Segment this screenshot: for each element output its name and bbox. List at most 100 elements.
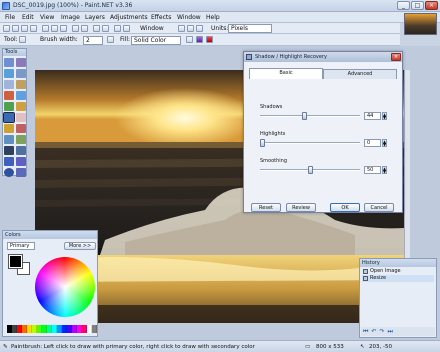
maximize-button[interactable]: □ bbox=[411, 1, 424, 10]
paintbrush-icon[interactable] bbox=[3, 112, 15, 123]
history-panel-title: History bbox=[360, 259, 436, 267]
redo-history-icon[interactable]: ↷ bbox=[379, 328, 384, 335]
highlights-spinner[interactable]: ▲ ▼ bbox=[382, 139, 387, 147]
cut-icon[interactable] bbox=[42, 25, 49, 32]
fast-forward-icon[interactable]: ⏭ bbox=[387, 328, 392, 336]
review-button[interactable]: Review bbox=[286, 203, 316, 212]
smoothing-slider[interactable] bbox=[260, 166, 360, 174]
close-button[interactable]: × bbox=[425, 1, 438, 10]
units-select[interactable]: Pixels bbox=[228, 24, 272, 33]
paste-icon[interactable] bbox=[60, 25, 67, 32]
menu-help[interactable]: Help bbox=[206, 14, 220, 21]
more-colors-button[interactable]: More >> bbox=[64, 242, 96, 250]
rounded-rectangle-icon[interactable] bbox=[16, 157, 26, 166]
copy-icon[interactable] bbox=[51, 25, 58, 32]
brush-width-input[interactable]: 2 bbox=[83, 36, 103, 45]
crop-icon[interactable] bbox=[72, 25, 79, 32]
shadows-value[interactable]: 44 bbox=[364, 112, 381, 120]
primary-color-swatch[interactable] bbox=[8, 254, 23, 269]
shadow-highlight-dialog: Shadow / Highlight Recovery × Basic Adva… bbox=[243, 51, 403, 213]
move-selected-icon[interactable] bbox=[16, 69, 26, 78]
color-mode-select[interactable]: Primary bbox=[7, 242, 35, 250]
highlights-slider-knob[interactable] bbox=[260, 139, 265, 147]
new-icon[interactable] bbox=[3, 25, 10, 32]
shadows-slider-knob[interactable] bbox=[302, 112, 307, 120]
open-icon[interactable] bbox=[12, 25, 19, 32]
zoom-in-icon[interactable] bbox=[196, 25, 203, 32]
recolor-icon[interactable] bbox=[16, 135, 26, 144]
history-item[interactable]: Resize bbox=[362, 275, 434, 282]
save-icon[interactable] bbox=[21, 25, 28, 32]
reset-button[interactable]: Reset bbox=[251, 203, 281, 212]
color-picker-icon[interactable] bbox=[16, 124, 26, 133]
color-wheel[interactable] bbox=[35, 257, 95, 317]
highlights-value[interactable]: 0 bbox=[364, 139, 381, 147]
menu-bar: File Edit View Image Layers Adjustments … bbox=[0, 12, 440, 23]
rectangle-icon[interactable] bbox=[4, 157, 14, 166]
dialog-tabs: Basic Advanced bbox=[249, 68, 397, 79]
pan-tool-icon[interactable] bbox=[16, 91, 26, 100]
paintbrush-tool-icon[interactable] bbox=[19, 36, 26, 43]
smoothing-slider-knob[interactable] bbox=[308, 166, 313, 174]
move-selection-icon[interactable] bbox=[16, 58, 26, 67]
clone-stamp-icon[interactable] bbox=[4, 135, 14, 144]
smoothing-value[interactable]: 50 bbox=[364, 166, 381, 174]
undo-history-icon[interactable]: ↶ bbox=[371, 328, 376, 335]
text-tool-icon[interactable] bbox=[4, 146, 14, 155]
history-item[interactable]: Open Image bbox=[362, 268, 434, 275]
dialog-close-button[interactable]: × bbox=[391, 53, 401, 61]
tab-advanced[interactable]: Advanced bbox=[323, 69, 397, 79]
menu-window[interactable]: Window bbox=[177, 14, 201, 21]
image-thumbnail-tab[interactable] bbox=[404, 13, 437, 35]
undo-icon[interactable] bbox=[93, 25, 100, 32]
menu-effects[interactable]: Effects bbox=[151, 14, 171, 21]
antialias-icon[interactable] bbox=[107, 36, 114, 43]
window-menu-button[interactable]: Window bbox=[140, 25, 164, 32]
palette-swatch[interactable] bbox=[92, 325, 97, 333]
main-toolbar: Window Units: Pixels bbox=[0, 23, 400, 34]
ellipse-select-icon[interactable] bbox=[4, 80, 14, 89]
image-size-icon: ▭ bbox=[305, 344, 311, 350]
ellipse-icon[interactable] bbox=[4, 168, 14, 177]
fill-select[interactable]: Solid Color bbox=[131, 36, 181, 45]
menu-adjustments[interactable]: Adjustments bbox=[110, 14, 148, 21]
paint-bucket-icon[interactable] bbox=[4, 102, 14, 111]
menu-edit[interactable]: Edit bbox=[22, 14, 34, 21]
line-tool-icon[interactable] bbox=[16, 146, 26, 155]
menu-file[interactable]: File bbox=[5, 14, 15, 21]
ok-button[interactable]: OK bbox=[330, 203, 360, 212]
deselect-icon[interactable] bbox=[81, 25, 88, 32]
highlights-slider[interactable] bbox=[260, 139, 360, 147]
zoom-icon[interactable] bbox=[178, 25, 185, 32]
color-mode-icon[interactable] bbox=[196, 36, 203, 43]
lasso-select-icon[interactable] bbox=[4, 69, 14, 78]
minimize-button[interactable]: _ bbox=[397, 1, 410, 10]
menu-view[interactable]: View bbox=[40, 14, 54, 21]
zoom-out-icon[interactable] bbox=[187, 25, 194, 32]
pencil-icon[interactable] bbox=[4, 124, 14, 133]
smoothing-spinner[interactable]: ▲ ▼ bbox=[382, 166, 387, 174]
tool-grid bbox=[3, 56, 26, 179]
blend-mode-icon[interactable] bbox=[186, 36, 193, 43]
zoom-tool-icon[interactable] bbox=[16, 80, 26, 89]
rectangle-select-icon[interactable] bbox=[4, 58, 14, 67]
grid-icon[interactable] bbox=[114, 25, 121, 32]
eraser-icon[interactable] bbox=[16, 113, 26, 122]
menu-layers[interactable]: Layers bbox=[85, 14, 105, 21]
cancel-button[interactable]: Cancel bbox=[364, 203, 394, 212]
menu-image[interactable]: Image bbox=[61, 14, 80, 21]
shadows-spinner[interactable]: ▲ ▼ bbox=[382, 112, 387, 120]
redo-icon[interactable] bbox=[102, 25, 109, 32]
print-icon[interactable] bbox=[30, 25, 37, 32]
rewind-icon[interactable]: ⏮ bbox=[363, 328, 368, 336]
magic-wand-icon[interactable] bbox=[4, 91, 14, 100]
gradient-icon[interactable] bbox=[16, 102, 26, 111]
freeform-shape-icon[interactable] bbox=[16, 168, 26, 177]
tab-basic[interactable]: Basic bbox=[249, 68, 323, 79]
window-title: DSC_0019.jpg (100%) - Paint.NET v3.36 bbox=[13, 2, 133, 9]
rulers-icon[interactable] bbox=[123, 25, 130, 32]
shadows-slider[interactable] bbox=[260, 112, 360, 120]
window-controls: _ □ × bbox=[397, 1, 438, 10]
resize-icon bbox=[363, 276, 368, 281]
alpha-mode-icon[interactable] bbox=[206, 36, 213, 43]
